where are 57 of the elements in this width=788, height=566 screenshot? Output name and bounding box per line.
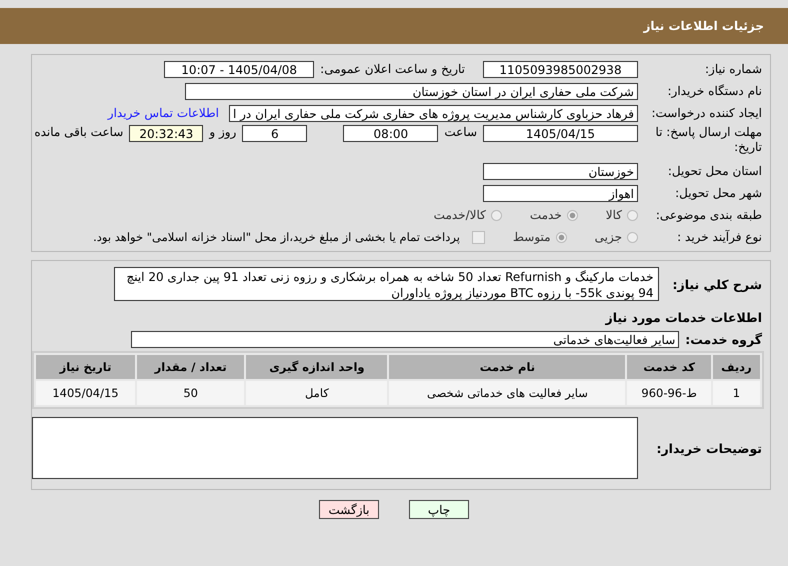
- column-header: ردیف: [712, 355, 760, 379]
- option-label: جزیی: [594, 230, 622, 244]
- table-cell: 1: [712, 381, 760, 405]
- column-header: نام خدمت: [389, 355, 626, 379]
- table-cell: 50: [137, 381, 244, 405]
- field-label: ایجاد کننده درخواست:: [650, 106, 763, 120]
- field-label: طبقه بندی موضوعی:: [654, 208, 763, 222]
- back-button[interactable]: بازگشت: [319, 500, 379, 519]
- input-field[interactable]: اهواز: [483, 184, 638, 202]
- field-label: نام دستگاه خریدار:: [666, 84, 763, 98]
- notes-box[interactable]: [32, 417, 638, 479]
- field-label: توضیحات خریدار:: [656, 440, 763, 456]
- option-label: متوسط: [512, 230, 551, 244]
- column-header: تاریخ نیاز: [36, 355, 135, 379]
- field-text: روز و: [209, 125, 236, 139]
- input-field[interactable]: 6: [242, 125, 308, 142]
- field-text: ساعت باقی مانده: [34, 125, 124, 139]
- table-cell: کامل: [246, 381, 388, 405]
- description-box[interactable]: خدمات مارکینگ و Refurnish تعداد 50 شاخه به همراه برشکاری و رزوه زنی تعداد 91 پین جداری 20 اینچ 94 پوندی 55k- با رزوه BTC موردنیاز پروژه یاداوران: [114, 267, 659, 301]
- radio-button[interactable]: [627, 232, 638, 242]
- print-button[interactable]: چاپ: [409, 500, 469, 519]
- contact-link[interactable]: اطلاعات تماس خریدار: [108, 106, 219, 120]
- input-field[interactable]: 08:00: [343, 125, 438, 142]
- radio-button[interactable]: [490, 210, 502, 220]
- field-text: ساعت: [444, 125, 477, 139]
- field-label: اطلاعات خدمات مورد نیاز: [606, 310, 763, 324]
- field-label: مهلت ارسال پاسخ: تا تاریخ:: [654, 125, 763, 155]
- page-title: جزئیات اطلاعات نیاز: [643, 19, 764, 33]
- table-cell: سایر فعالیت های خدماتی شخصی: [389, 381, 626, 405]
- input-field[interactable]: 1405/04/08 - 10:07: [164, 60, 314, 78]
- input-field[interactable]: خوزستان: [483, 162, 638, 180]
- column-header: واحد اندازه گیری: [246, 355, 388, 379]
- column-header: تعداد / مقدار: [137, 355, 244, 379]
- input-field[interactable]: شرکت ملی حفاری ایران در استان خوزستان: [185, 82, 638, 100]
- checkbox[interactable]: [472, 230, 485, 244]
- input-field[interactable]: 1105093985002938: [483, 60, 638, 78]
- column-header: کد خدمت: [627, 355, 711, 379]
- input-field[interactable]: سایر فعالیت‌های خدماتی: [131, 330, 680, 348]
- field-label: شرح کلي نياز:: [672, 276, 763, 292]
- field-label: شماره نیاز:: [704, 62, 763, 76]
- input-field[interactable]: 1405/04/15: [483, 125, 638, 142]
- radio-button[interactable]: [627, 210, 638, 220]
- field-label: شهر محل تحویل:: [674, 186, 763, 200]
- option-label: کالا: [606, 208, 622, 222]
- radio-button[interactable]: [566, 210, 578, 220]
- field-label: نوع فرآیند خرید :: [676, 230, 763, 244]
- field-label: گروه خدمت:: [685, 332, 763, 346]
- radio-button[interactable]: [556, 232, 567, 242]
- input-field[interactable]: فرهاد حزباوی کارشناس مدیریت پروژه های حفاری شرکت ملی حفاری ایران در ا: [228, 104, 638, 122]
- field-text: پرداخت تمام یا بخشی از مبلغ خرید،از محل "اسناد خزانه اسلامی" خواهد بود.: [93, 230, 460, 244]
- input-field[interactable]: 20:32:43: [129, 125, 204, 142]
- field-label: استان محل تحویل:: [666, 164, 763, 178]
- option-label: خدمت: [530, 208, 562, 222]
- field-text: تاریخ و ساعت اعلان عمومی:: [320, 62, 465, 76]
- option-label: کالا/خدمت: [434, 208, 486, 222]
- table-cell: 1405/04/15: [36, 381, 135, 405]
- table-cell: ط-96-960: [627, 381, 711, 405]
